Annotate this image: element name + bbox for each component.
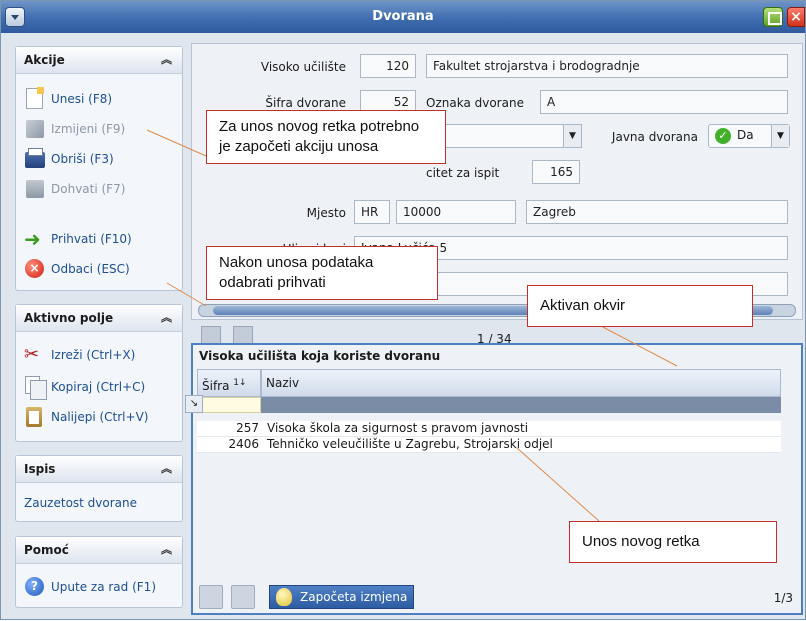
javna-dvorana-value: Da: [737, 128, 754, 142]
unesi-button[interactable]: Unesi (F8): [24, 87, 112, 111]
new-row[interactable]: [197, 397, 781, 413]
row-naziv: Visoka škola za sigurnost s pravom javno…: [267, 421, 529, 435]
panel-ispis: Ispis ︽ Zauzetost dvorane: [15, 455, 183, 522]
row-sifra: 2406: [228, 437, 259, 451]
kopiraj-button[interactable]: Kopiraj (Ctrl+C): [24, 375, 146, 400]
panel-akcije: Akcije ︽ Unesi (F8) Izmijeni (F9) Obriši…: [15, 46, 183, 291]
zauzetost-dvorane-link[interactable]: Zauzetost dvorane: [24, 496, 137, 510]
panel-aktivno-polje: Aktivno polje ︽ ✂ Izreži (Ctrl+X) Kopira…: [15, 304, 183, 442]
kapacitet-label: citet za ispit: [426, 166, 500, 180]
page-counter: 1/3: [773, 591, 793, 605]
oznaka-dvorane-field[interactable]: A: [540, 90, 788, 114]
window-menu-icon[interactable]: [5, 7, 25, 27]
panel-aktivno-header[interactable]: Aktivno polje ︽: [16, 305, 182, 332]
obrisi-label: Obriši (F3): [51, 152, 114, 166]
cancel-icon: ×: [25, 259, 44, 278]
application-window: Dvorana × Akcije ︽ Unesi (F8) Izmijeni (…: [0, 0, 806, 620]
panel-pomoc-header[interactable]: Pomoć ︽: [16, 537, 182, 564]
izrezi-label: Izreži (Ctrl+X): [51, 348, 136, 362]
izmijeni-label: Izmijeni (F9): [51, 122, 126, 136]
paste-icon: [26, 407, 42, 427]
window-title: Dvorana: [372, 9, 434, 24]
izrezi-button[interactable]: ✂ Izreži (Ctrl+X): [24, 343, 135, 367]
accept-arrow-icon: ➜: [24, 227, 41, 251]
callout-prihvati: Nakon unosa podataka odabrati prihvati: [206, 246, 438, 300]
status-label: Započeta izmjena: [300, 590, 408, 604]
unesi-label: Unesi (F8): [51, 92, 113, 106]
kapacitet-field[interactable]: 165: [532, 160, 580, 184]
visoko-uciliste-code-field[interactable]: 120: [360, 54, 416, 78]
collapse-chevron-icon[interactable]: ︽: [161, 456, 172, 482]
panel-ispis-header[interactable]: Ispis ︽: [16, 456, 182, 483]
panel-aktivno-title: Aktivno polje: [24, 311, 114, 325]
mjesto-naziv-field[interactable]: Zagreb: [526, 200, 788, 224]
javna-dvorana-select[interactable]: ✓ Da ▼: [708, 124, 790, 148]
lightbulb-icon: [276, 588, 292, 606]
visoko-uciliste-label: Visoko učilište: [260, 60, 346, 74]
close-icon[interactable]: ×: [787, 7, 805, 27]
row-naziv: Tehničko veleučilište u Zagrebu, Strojar…: [267, 437, 553, 451]
panel-pomoc: Pomoć ︽ ? Upute za rad (F1): [15, 536, 183, 608]
nalijepi-button[interactable]: Nalijepi (Ctrl+V): [24, 405, 148, 429]
odbaci-label: Odbaci (ESC): [51, 262, 130, 276]
grid-edit-icon[interactable]: [231, 585, 255, 609]
table-row[interactable]: 257 Visoka škola za sigurnost s pravom j…: [197, 421, 781, 437]
collapse-chevron-icon[interactable]: ︽: [161, 47, 172, 73]
callout-aktivan-okvir: Aktivan okvir: [527, 285, 753, 327]
collapse-chevron-icon[interactable]: ︽: [161, 305, 172, 331]
row-sifra: 257: [236, 421, 259, 435]
panel-pomoc-title: Pomoć: [24, 543, 69, 557]
izmijeni-button[interactable]: Izmijeni (F9): [24, 117, 125, 141]
maximize-icon[interactable]: [763, 7, 783, 27]
collapse-chevron-icon[interactable]: ︽: [161, 537, 172, 563]
upute-button[interactable]: ? Upute za rad (F1): [24, 575, 156, 599]
callout-unos: Za unos novog retka potrebno je započeti…: [206, 110, 446, 164]
sort-indicator: 1↓: [233, 378, 247, 388]
scissors-icon: ✂: [24, 344, 40, 365]
check-icon: ✓: [715, 128, 731, 144]
nalijepi-label: Nalijepi (Ctrl+V): [51, 410, 149, 424]
column-header-sifra[interactable]: Šifra 1↓: [197, 369, 261, 397]
mjesto-drzava-field[interactable]: HR: [354, 200, 390, 224]
dropdown-arrow-icon[interactable]: ▼: [563, 125, 581, 147]
delete-icon: [25, 148, 45, 168]
mjesto-label: Mjesto: [306, 206, 346, 220]
grid-panel-active: Visoka učilišta koja koriste dvoranu Šif…: [185, 343, 803, 615]
panel-ispis-title: Ispis: [24, 462, 56, 476]
prihvati-button[interactable]: ➜ Prihvati (F10): [24, 227, 132, 251]
javna-dvorana-label: Javna dvorana: [611, 130, 698, 144]
fetch-icon: [26, 180, 44, 198]
copy-icon: [25, 376, 47, 400]
column-header-naziv-label: Naziv: [266, 376, 300, 390]
grid-title: Visoka učilišta koja koriste dvoranu: [199, 349, 441, 363]
column-header-naziv[interactable]: Naziv: [261, 369, 781, 397]
table-row[interactable]: 2406 Tehničko veleučilište u Zagrebu, St…: [197, 437, 781, 453]
status-zapoceta-izmjena: Započeta izmjena: [269, 585, 415, 609]
edit-icon: [26, 120, 44, 138]
sifra-dvorane-label: Šifra dvorane: [265, 96, 346, 110]
prihvati-label: Prihvati (F10): [51, 232, 132, 246]
kopiraj-label: Kopiraj (Ctrl+C): [51, 380, 146, 394]
callout-unos-novog-retka: Unos novog retka: [569, 521, 777, 563]
new-row-sifra-cell[interactable]: [197, 397, 261, 413]
dohvati-button[interactable]: Dohvati (F7): [24, 177, 125, 201]
visoko-uciliste-name-field[interactable]: Fakultet strojarstva i brodogradnje: [426, 54, 788, 78]
panel-akcije-header[interactable]: Akcije ︽: [16, 47, 182, 74]
panel-akcije-title: Akcije: [24, 53, 65, 67]
column-header-sifra-label: Šifra: [202, 379, 230, 393]
upute-label: Upute za rad (F1): [51, 580, 156, 594]
obrisi-button[interactable]: Obriši (F3): [24, 147, 114, 171]
help-icon: ?: [25, 577, 44, 596]
oznaka-dvorane-label: Oznaka dvorane: [426, 96, 524, 110]
grid-nav-icon[interactable]: [199, 585, 223, 609]
title-bar: Dvorana ×: [1, 1, 805, 33]
odbaci-button[interactable]: × Odbaci (ESC): [24, 257, 130, 281]
new-row-naziv-cell[interactable]: [261, 397, 781, 413]
new-document-icon: [26, 87, 44, 109]
dohvati-label: Dohvati (F7): [51, 182, 126, 196]
row-indicator-icon[interactable]: ↘: [185, 395, 203, 413]
dropdown-arrow-icon[interactable]: ▼: [771, 125, 789, 147]
mjesto-postanski-field[interactable]: 10000: [396, 200, 516, 224]
